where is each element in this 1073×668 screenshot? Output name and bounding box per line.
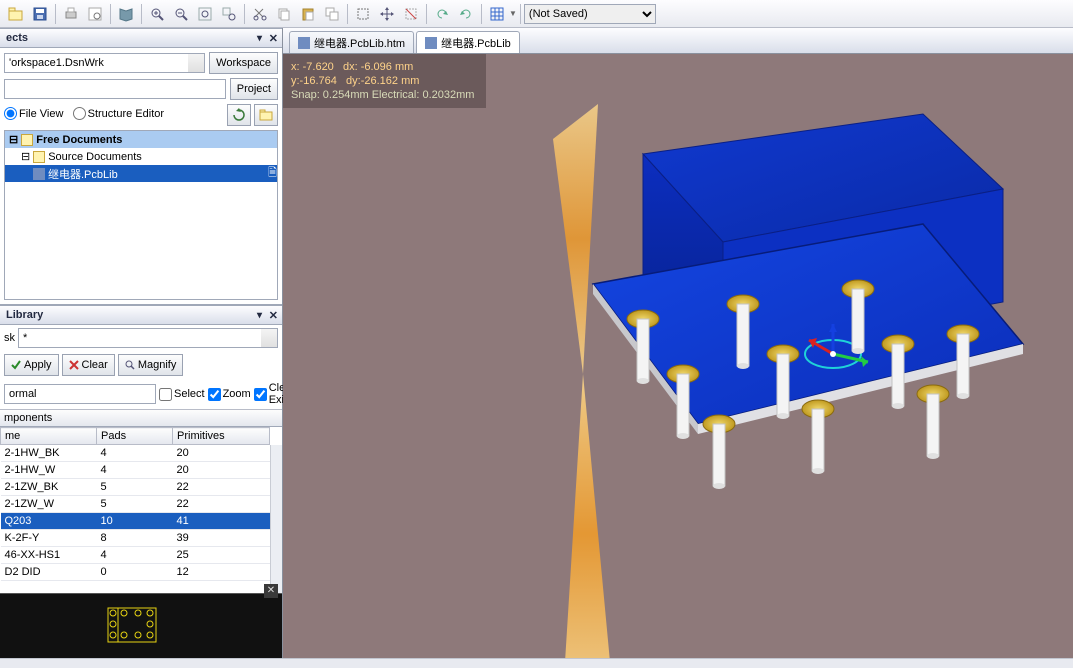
close-icon[interactable]: ✕ [269, 309, 278, 322]
preview-icon[interactable] [84, 3, 106, 25]
zoom-window-icon[interactable] [218, 3, 240, 25]
book-icon[interactable] [115, 3, 137, 25]
project-button[interactable]: Project [230, 78, 278, 100]
projects-panel-header: ects ▾ ✕ [0, 28, 282, 48]
mode-dropdown[interactable] [4, 384, 156, 404]
saved-queries-dropdown[interactable]: (Not Saved) [524, 4, 656, 24]
col-pads[interactable]: Pads [97, 428, 173, 445]
tree-free-documents[interactable]: ⊟ Free Documents [5, 131, 277, 148]
zoom-fit-icon[interactable] [194, 3, 216, 25]
redo-icon[interactable] [455, 3, 477, 25]
project-field[interactable] [4, 79, 226, 99]
print-icon[interactable] [60, 3, 82, 25]
components-section-header: mponents [0, 409, 282, 426]
tab-pcblib[interactable]: 继电器.PcbLib [416, 31, 520, 53]
folder-icon [21, 134, 33, 146]
copy-icon[interactable] [273, 3, 295, 25]
cut-icon[interactable] [249, 3, 271, 25]
document-page-icon: 🗎 [268, 164, 277, 183]
table-row[interactable]: D2 DID012 [1, 564, 270, 581]
table-row[interactable]: 2-1HW_W420 [1, 462, 270, 479]
save-icon[interactable] [29, 3, 51, 25]
projects-title: ects [6, 32, 28, 44]
file-view-radio[interactable]: File View [4, 107, 63, 120]
table-row[interactable]: 2-1HW_BK420 [1, 445, 270, 462]
close-icon[interactable]: ✕ [264, 584, 278, 598]
table-row[interactable]: 2-1ZW_BK522 [1, 479, 270, 496]
editor-pane: 继电器.PcbLib.htm 继电器.PcbLib x: -7.620 dx: … [283, 28, 1073, 658]
workspace-button[interactable]: Workspace [209, 52, 278, 74]
pcb-3d-view[interactable]: x: -7.620 dx: -6.096 mm y:-16.764 dy:-26… [283, 54, 1073, 658]
select-icon[interactable] [352, 3, 374, 25]
col-name[interactable]: me [1, 428, 97, 445]
left-sidebar: ects ▾ ✕ Workspace Project File View Str… [0, 28, 283, 658]
move-icon[interactable] [376, 3, 398, 25]
open-folder-icon[interactable] [254, 104, 278, 126]
tree-pcblib-file[interactable]: 继电器.PcbLib 🗎 [5, 165, 277, 182]
pcblib-icon [33, 168, 45, 180]
main-toolbar: ▼ (Not Saved) [0, 0, 1073, 28]
footprint-preview: ✕ [0, 593, 282, 658]
clear-button[interactable]: Clear [62, 354, 115, 376]
tree-source-documents[interactable]: ⊟ Source Documents [5, 148, 277, 165]
folder-icon [33, 151, 45, 163]
table-row[interactable]: 2-1ZW_W522 [1, 496, 270, 513]
duplicate-icon[interactable] [321, 3, 343, 25]
col-primitives[interactable]: Primitives [173, 428, 270, 445]
tab-pcblib-htm[interactable]: 继电器.PcbLib.htm [289, 31, 414, 53]
zoom-in-icon[interactable] [146, 3, 168, 25]
open-icon[interactable] [5, 3, 27, 25]
workspace-dropdown[interactable] [4, 53, 205, 73]
zoom-checkbox[interactable]: Zoom [208, 388, 251, 401]
mask-input[interactable] [18, 328, 278, 348]
apply-button[interactable]: Apply [4, 354, 59, 376]
library-title: Library [6, 309, 43, 321]
close-icon[interactable]: ✕ [269, 32, 278, 45]
magnify-button[interactable]: Magnify [118, 354, 184, 376]
table-row[interactable]: 46-XX-HS1425 [1, 547, 270, 564]
select-checkbox[interactable]: Select [159, 388, 205, 401]
pin-icon[interactable]: ▾ [257, 310, 262, 321]
deselect-icon[interactable] [400, 3, 422, 25]
grid-icon[interactable] [486, 3, 508, 25]
structure-editor-radio[interactable]: Structure Editor [73, 107, 164, 120]
doc-icon [425, 37, 437, 49]
table-scrollbar[interactable] [270, 445, 282, 593]
dropdown-arrow-icon: ▼ [509, 9, 517, 18]
pin-icon[interactable]: ▾ [257, 33, 262, 44]
component-3d-render [283, 54, 1073, 658]
table-row[interactable]: K-2F-Y839 [1, 530, 270, 547]
paste-icon[interactable] [297, 3, 319, 25]
status-bar [0, 658, 1073, 668]
doc-icon [298, 37, 310, 49]
projects-panel-body: Workspace Project File View Structure Ed… [0, 48, 282, 305]
zoom-out-icon[interactable] [170, 3, 192, 25]
project-tree[interactable]: ⊟ Free Documents ⊟ Source Documents 继电器.… [4, 130, 278, 300]
footprint-drawing [102, 602, 162, 652]
undo-icon[interactable] [431, 3, 453, 25]
table-row[interactable]: Q2031041 [1, 513, 270, 530]
refresh-icon[interactable] [227, 104, 251, 126]
mask-label: sk [4, 332, 15, 344]
library-panel-body: sk Apply Clear Magnify Select Zoom Clear… [0, 325, 282, 658]
library-panel-header: Library ▾ ✕ [0, 305, 282, 325]
document-tabs: 继电器.PcbLib.htm 继电器.PcbLib [283, 28, 1073, 54]
components-table[interactable]: me Pads Primitives 2-1HW_BK4202-1HW_W420… [0, 426, 282, 593]
